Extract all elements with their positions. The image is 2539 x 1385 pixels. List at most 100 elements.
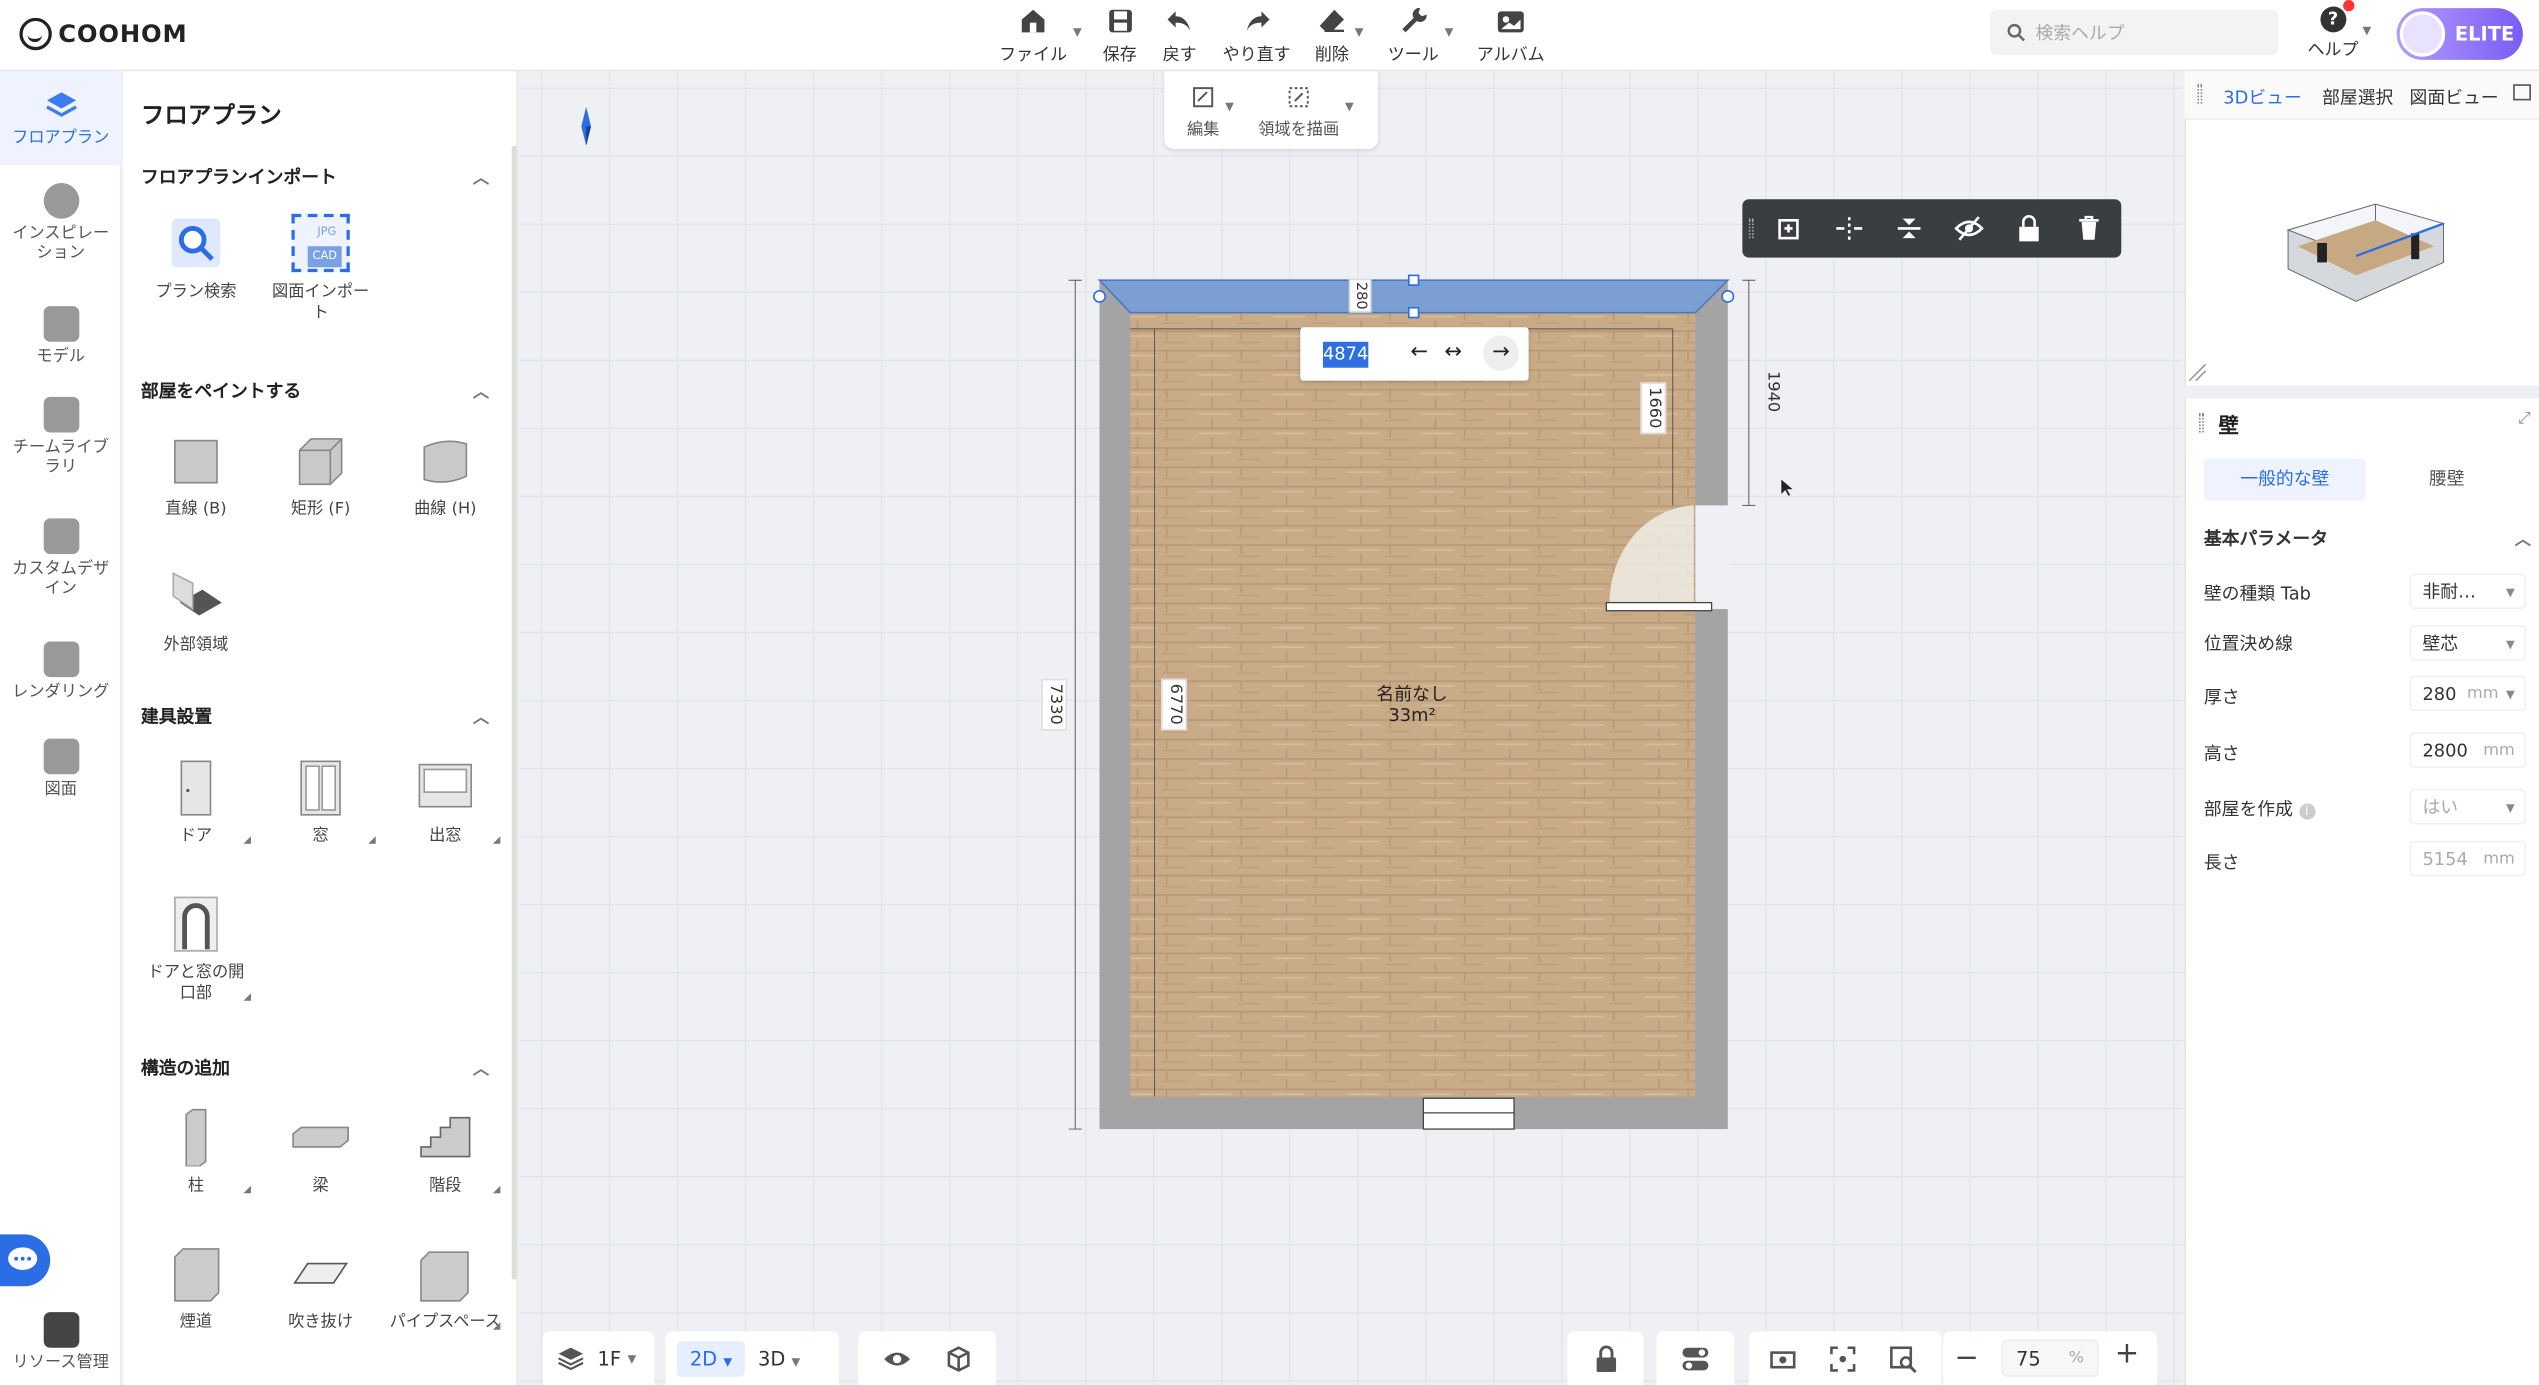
cube-icon[interactable]: [942, 1344, 971, 1373]
create-room-select[interactable]: はい ▼: [2409, 788, 2527, 825]
door-tile[interactable]: ドア ◢: [138, 758, 255, 847]
tab-standard-wall[interactable]: 一般的な壁: [2203, 458, 2366, 501]
edit-button[interactable]: 編集 ▼: [1187, 84, 1234, 139]
drawing-import-tile[interactable]: JPG CAD 図面インポート: [262, 213, 379, 324]
lock-icon[interactable]: [2014, 214, 2043, 243]
hide-icon[interactable]: [1954, 214, 1984, 243]
arrow-left-icon[interactable]: ←: [1410, 340, 1428, 364]
album-button[interactable]: アルバム: [1477, 5, 1545, 67]
tools-menu-button[interactable]: ツール ▼: [1388, 5, 1453, 67]
door-opening[interactable]: [1695, 505, 1730, 610]
basic-params-header[interactable]: 基本パラメータ ︿: [2204, 525, 2531, 551]
outdoor-area-tile[interactable]: 外部領域: [138, 567, 255, 656]
bay-window-tile[interactable]: 出窓 ◢: [387, 758, 504, 847]
floor-selector[interactable]: 1F ▼: [542, 1331, 655, 1385]
resize-grip-icon[interactable]: [2188, 363, 2207, 382]
delete-button[interactable]: 削除 ▼: [1315, 5, 1363, 67]
dim-left-outer[interactable]: 7330: [1041, 678, 1068, 731]
dim-top[interactable]: 280: [1348, 278, 1372, 313]
chat-button[interactable]: [0, 1234, 51, 1287]
file-menu-button[interactable]: ファイル ▼: [999, 5, 1082, 67]
position-line-select[interactable]: 壁芯 ▼: [2409, 625, 2527, 661]
tab-low-wall[interactable]: 腰壁: [2366, 458, 2528, 500]
pipe-space-tile[interactable]: パイプスペース ◢: [387, 1244, 504, 1333]
length-input[interactable]: 5154 mm: [2409, 840, 2527, 877]
info-icon[interactable]: i: [2298, 803, 2315, 820]
expand-icon[interactable]: ⤢: [2518, 410, 2531, 428]
rectangle-room-tile[interactable]: 矩形 (F): [262, 431, 379, 520]
room-label[interactable]: 名前なし 33m²: [1360, 684, 1464, 726]
dim-left-inner[interactable]: 6770: [1161, 678, 1187, 731]
rail-item-floorplan[interactable]: フロアプラン: [0, 71, 122, 166]
beam-icon: [292, 1126, 349, 1148]
wall-length-input[interactable]: 4874: [1322, 341, 1369, 368]
rail-item-resource-management[interactable]: リソース管理: [0, 1312, 121, 1374]
section-paint-room-header[interactable]: 部屋をペイントする ︿: [141, 377, 489, 403]
column-tile[interactable]: 柱 ◢: [138, 1108, 255, 1197]
toggle-settings-button[interactable]: [1656, 1331, 1735, 1385]
wall-endpoint-handle[interactable]: [1093, 289, 1106, 303]
drag-handle-icon[interactable]: [1748, 218, 1754, 239]
dim-right-inner[interactable]: 1660: [1640, 382, 1667, 435]
search-input[interactable]: 検索ヘルプ: [1990, 9, 2279, 56]
curved-wall-tile[interactable]: 曲線 (H): [387, 431, 504, 520]
tab-drawing-view[interactable]: 図面ビュー: [2410, 84, 2499, 110]
void-tile[interactable]: 吹き抜け: [262, 1244, 379, 1333]
wall-midpoint-handle[interactable]: [1407, 274, 1420, 286]
wall-midpoint-handle[interactable]: [1407, 306, 1420, 319]
trash-icon[interactable]: [2074, 214, 2103, 243]
beam-tile[interactable]: 梁: [262, 1108, 379, 1197]
rail-item-drawing[interactable]: 図面: [0, 738, 121, 801]
dim-right-outer[interactable]: 1940: [1757, 366, 1783, 418]
tab-3d-view[interactable]: 3Dビュー: [2223, 84, 2301, 110]
wall-endpoint-handle[interactable]: [1721, 289, 1735, 303]
wall-type-select[interactable]: 非耐… ▼: [2409, 573, 2527, 610]
rail-item-custom-design[interactable]: カスタムデザイン: [0, 518, 121, 599]
panel-toggle-icon[interactable]: [2513, 84, 2531, 101]
window-tile[interactable]: 窓 ◢: [262, 758, 379, 847]
zoom-in-button[interactable]: +: [2115, 1336, 2139, 1370]
straight-wall-tile[interactable]: 直線 (B): [138, 431, 255, 520]
flue-tile[interactable]: 煙道: [138, 1244, 255, 1333]
drag-handle-icon[interactable]: [2197, 84, 2203, 104]
height-input[interactable]: 2800 mm: [2409, 732, 2527, 768]
lock-canvas-button[interactable]: [1567, 1331, 1644, 1385]
tab-room-select[interactable]: 部屋選択: [2322, 84, 2393, 110]
view-3d-button[interactable]: 3D ▼: [758, 1347, 800, 1370]
drag-handle-icon[interactable]: [2199, 413, 2204, 433]
save-button[interactable]: 保存: [1103, 5, 1137, 67]
focus-icon[interactable]: [1828, 1344, 1857, 1373]
rail-item-team-library[interactable]: チームライブラリ: [0, 396, 121, 478]
thickness-input[interactable]: 280 mm ▼: [2409, 675, 2527, 712]
panel-scrollbar[interactable]: [511, 145, 517, 1280]
arrow-both-icon[interactable]: ↔: [1444, 340, 1462, 364]
zoom-out-button[interactable]: −: [1954, 1341, 1978, 1375]
copy-wall-icon[interactable]: [1775, 214, 1804, 243]
draw-area-button[interactable]: 領域を描画 ▼: [1258, 84, 1354, 139]
rail-item-inspiration[interactable]: インスピレーション: [0, 183, 121, 264]
3d-room-thumbnail[interactable]: [2275, 191, 2453, 308]
rail-item-model[interactable]: モデル: [0, 306, 121, 368]
help-button[interactable]: ? ヘルプ: [2308, 0, 2359, 61]
camera-fit-icon[interactable]: [1768, 1344, 1797, 1373]
section-import-header[interactable]: フロアプランインポート ︿: [141, 164, 489, 190]
zoom-fit-icon[interactable]: [1888, 1344, 1917, 1373]
window-opening[interactable]: [1422, 1097, 1515, 1130]
section-fittings-header[interactable]: 建具設置 ︿: [141, 703, 489, 729]
zoom-input[interactable]: 75%: [2001, 1339, 2099, 1377]
split-wall-icon[interactable]: [1835, 214, 1864, 243]
app-logo[interactable]: COOHOM: [19, 15, 187, 54]
stairs-tile[interactable]: 階段 ◢: [387, 1108, 504, 1197]
view-2d-button[interactable]: 2D ▼: [676, 1340, 746, 1377]
flip-wall-icon[interactable]: [1895, 214, 1924, 243]
rail-item-rendering[interactable]: レンダリング: [0, 641, 121, 703]
undo-button[interactable]: 戻す: [1163, 5, 1197, 67]
eye-icon[interactable]: [883, 1344, 912, 1373]
door-leaf[interactable]: [1605, 601, 1713, 612]
opening-tile[interactable]: ドアと窓の開口部 ◢: [138, 894, 255, 1004]
redo-button[interactable]: やり直す: [1223, 5, 1291, 67]
account-badge[interactable]: ELITE: [2396, 8, 2523, 60]
arrow-right-icon[interactable]: →: [1483, 335, 1519, 371]
plan-search-tile[interactable]: プラン検索: [138, 214, 255, 303]
section-structure-header[interactable]: 構造の追加 ︿: [141, 1055, 489, 1081]
